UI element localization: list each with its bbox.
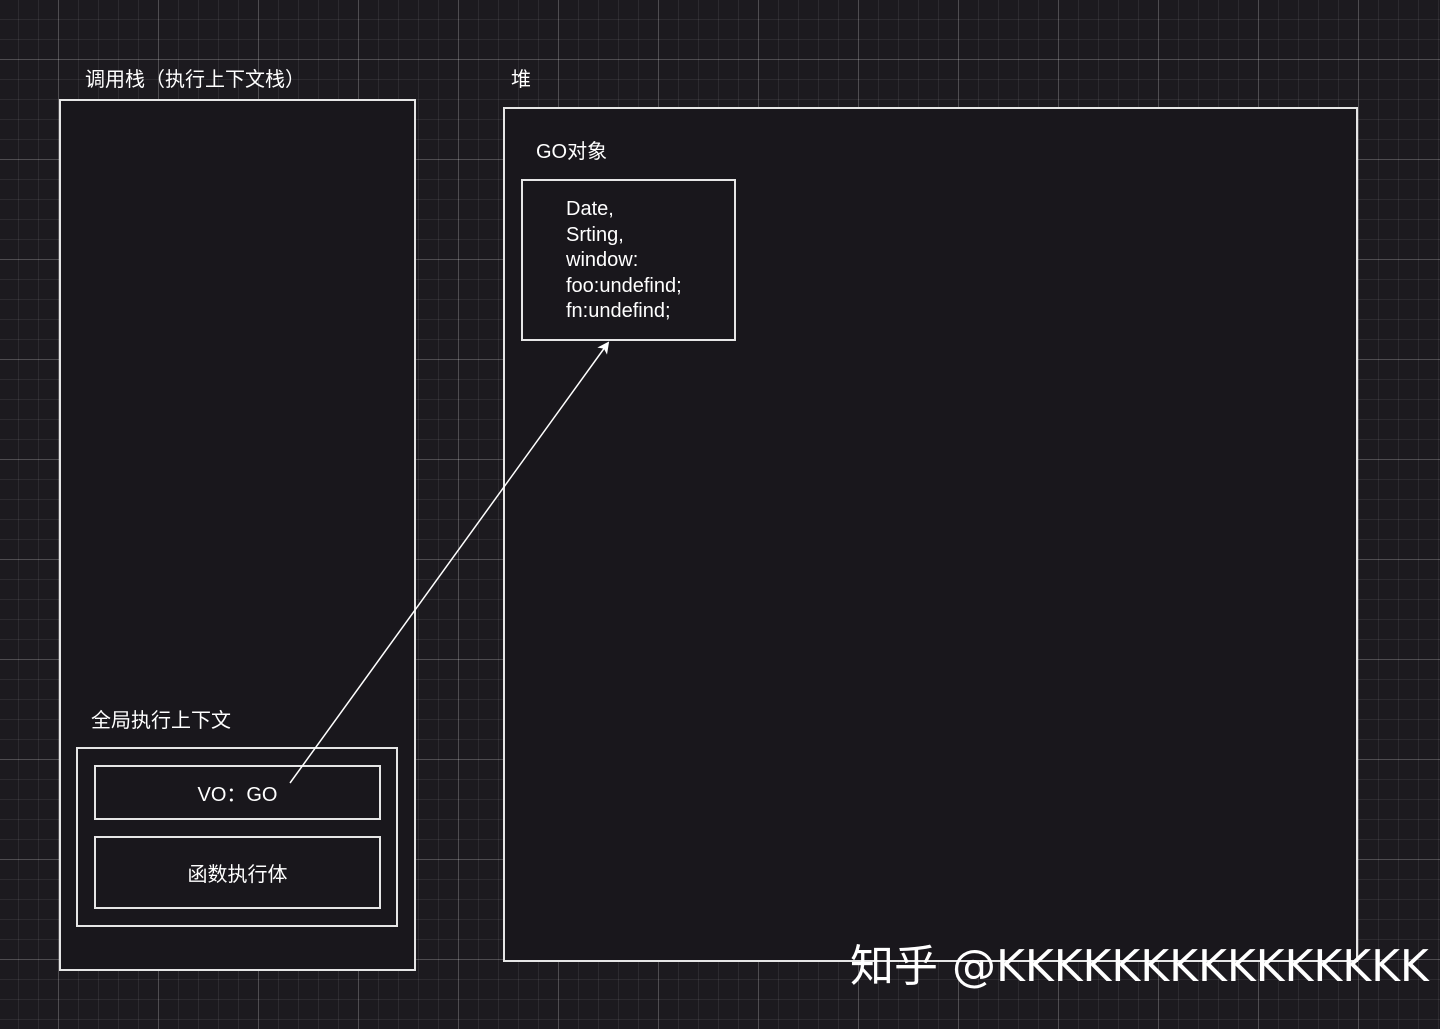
watermark: 知乎 @KKKKKKKKKKKKKKK — [850, 941, 1429, 992]
global-context-title: 全局执行上下文 — [91, 710, 231, 732]
go-object-title: GO对象 — [536, 141, 608, 163]
go-object-property: Srting, — [566, 223, 624, 246]
go-object-box: Date, Srting, window: foo:undefind; fn:undef… — [521, 179, 736, 341]
call-stack-title: 调用栈（执行上下文栈） — [85, 69, 305, 91]
go-object-property: Date, — [566, 198, 614, 220]
vo-go-label: VO：GO — [197, 784, 278, 806]
go-object-properties: Date, Srting, window: foo:undefind; fn:undef… — [566, 197, 682, 325]
function-body-label: 函数执行体 — [187, 864, 288, 886]
go-object-property: fn:undefind; — [566, 300, 671, 323]
heap-title: 堆 — [511, 69, 531, 91]
function-body-box: 函数执行体 — [94, 836, 381, 909]
go-object-property: window: — [566, 249, 639, 272]
vo-go-box: VO：GO — [94, 765, 381, 820]
go-object-property: foo:undefind; — [566, 274, 682, 297]
